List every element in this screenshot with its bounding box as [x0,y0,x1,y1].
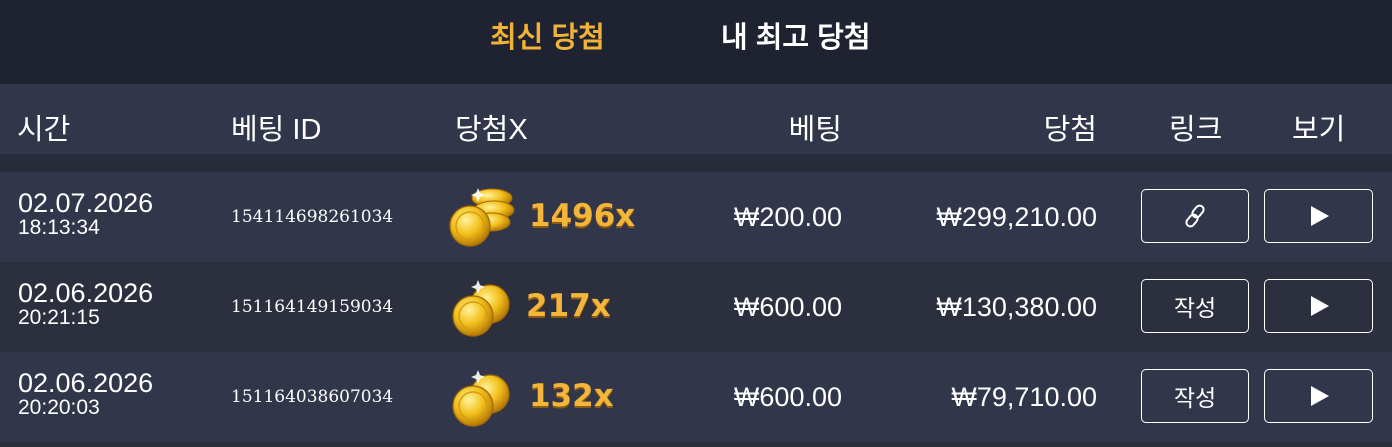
write-button[interactable]: 작성 [1141,279,1249,333]
row-bet: ₩200.00 [733,202,842,232]
table-header: 시간 베팅 ID 당첨X 베팅 당첨 링크 보기 [0,84,1392,154]
row-win: ₩299,210.00 [936,202,1097,232]
header-bet-id: 베팅 ID [231,114,322,146]
row-win: ₩79,710.00 [951,382,1097,412]
table-row: 02.06.2026 20:21:15 151164149159034 217x… [0,262,1392,352]
play-icon [1310,296,1329,316]
row-time: 20:20:03 [18,396,100,419]
tab-my-best-wins[interactable]: 내 최고 당첨 [721,14,871,56]
row-win: ₩130,380.00 [936,292,1097,322]
write-button[interactable]: 작성 [1141,369,1249,423]
row-bet-id: 151164038607034 [231,387,394,407]
row-multiplier: 1496x [529,198,636,234]
header-divider [0,154,1392,172]
tab-bar: 최신 당첨 내 최고 당첨 [0,0,1392,84]
coin-stack-icon [448,184,518,252]
table-row: 02.06.2026 20:20:03 151164038607034 132x… [0,352,1392,442]
link-button[interactable] [1141,189,1249,243]
row-bet: ₩600.00 [733,292,842,322]
play-icon [1310,386,1329,406]
row-bet-id: 151164149159034 [231,297,394,317]
coin-pair-icon [448,364,518,432]
row-date: 02.06.2026 [18,278,154,308]
header-win: 당첨 [1043,114,1097,146]
play-icon [1310,206,1329,226]
row-date: 02.06.2026 [18,368,154,398]
row-time: 20:21:15 [18,306,100,329]
row-bet: ₩600.00 [733,382,842,412]
play-button[interactable] [1264,369,1373,423]
header-bet: 베팅 [788,114,842,146]
play-button[interactable] [1264,279,1373,333]
row-bet-id: 154114698261034 [231,207,394,227]
header-link: 링크 [1169,114,1223,146]
coin-pair-icon [448,274,518,342]
header-view: 보기 [1292,114,1346,146]
row-multiplier: 132x [529,378,614,414]
play-button[interactable] [1264,189,1373,243]
table-row: 02.07.2026 18:13:34 154114698261034 1496… [0,172,1392,262]
link-icon [1185,204,1205,228]
row-time: 18:13:34 [18,216,100,239]
row-date: 02.07.2026 [18,188,154,218]
row-multiplier: 217x [526,288,611,324]
header-time: 시간 [17,114,71,146]
header-multiplier: 당첨X [455,114,528,146]
tab-latest-wins[interactable]: 최신 당첨 [490,14,605,56]
